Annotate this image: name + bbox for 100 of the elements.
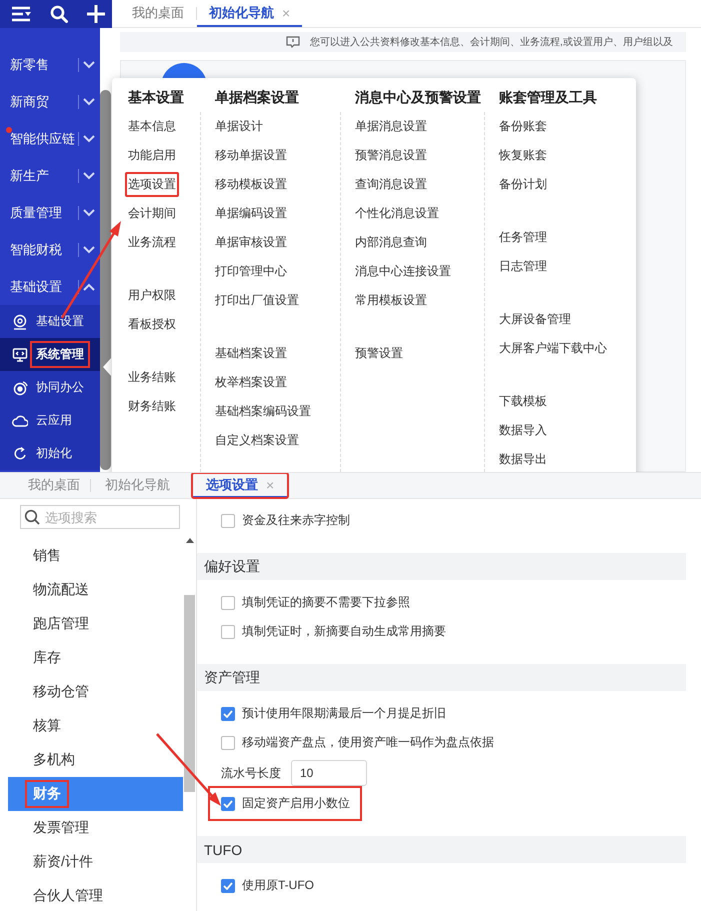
menu-item[interactable]: 基础档案编码设置 xyxy=(215,397,311,426)
menu-item[interactable]: 数据导出 xyxy=(499,445,547,472)
tab[interactable]: 初始化导航 × xyxy=(197,0,302,27)
menu-item[interactable]: 枚举档案设置 xyxy=(215,368,287,397)
menu-item[interactable]: 常用模板设置 xyxy=(355,286,427,315)
menu-item[interactable]: 打印出厂值设置 xyxy=(215,286,299,315)
checkbox[interactable] xyxy=(221,706,235,720)
sidebar-subitem[interactable]: 初始化 xyxy=(0,437,100,470)
sidebar-item[interactable]: 智能供应链 xyxy=(0,120,100,157)
monitor-icon xyxy=(12,346,28,362)
cloud-icon xyxy=(12,412,28,428)
broadcast-icon xyxy=(12,380,28,396)
checkbox[interactable] xyxy=(221,624,235,638)
category-item[interactable]: 多机构 xyxy=(8,743,183,777)
sidebar-item[interactable]: 质量管理 xyxy=(0,194,100,231)
chevron-down-icon[interactable] xyxy=(83,172,95,180)
chevron-down-icon[interactable] xyxy=(83,98,95,106)
menu-heading: 基本设置 xyxy=(128,88,185,107)
menu-item[interactable]: 恢复账套 xyxy=(499,141,547,170)
menu-item[interactable]: 消息中心连接设置 xyxy=(355,257,451,286)
menu-item[interactable]: 单据审核设置 xyxy=(215,228,287,257)
menu-item[interactable]: 选项设置 xyxy=(125,172,179,197)
chevron-down-icon[interactable] xyxy=(83,246,95,254)
menu-item[interactable]: 单据设计 xyxy=(215,112,263,141)
chevron-down-icon[interactable] xyxy=(83,208,95,216)
chevron-down-icon[interactable] xyxy=(83,134,95,142)
category-item[interactable]: 财务 xyxy=(8,777,183,811)
checkbox[interactable] xyxy=(221,514,235,528)
menu-item[interactable]: 单据编码设置 xyxy=(215,199,287,228)
checkbox[interactable] xyxy=(221,736,235,750)
menu-heading: 账套管理及工具 xyxy=(498,88,598,107)
menu-item[interactable]: 自定义档案设置 xyxy=(215,426,299,455)
plus-icon[interactable] xyxy=(86,4,106,24)
menu-item[interactable]: 备份账套 xyxy=(499,112,547,141)
section-header: TUFO xyxy=(197,836,686,863)
field-label: 流水号长度 xyxy=(221,764,281,782)
sidebar-subitem[interactable]: 系统管理 xyxy=(0,338,100,371)
menu-item[interactable]: 移动模板设置 xyxy=(215,170,287,199)
input-field[interactable]: 10 xyxy=(291,760,367,786)
menu-item[interactable]: 数据导入 xyxy=(499,416,547,445)
category-item[interactable]: 销售 xyxy=(8,539,183,573)
menu-item[interactable]: 备份计划 xyxy=(499,170,547,199)
menu-item[interactable]: 预警消息设置 xyxy=(355,141,427,170)
category-item[interactable]: 发票管理 xyxy=(8,811,183,845)
menu-item[interactable]: 会计期间 xyxy=(128,199,176,228)
scroll-up-icon[interactable] xyxy=(186,537,194,543)
tab[interactable]: 我的桌面 xyxy=(120,0,196,27)
menu-item[interactable]: 财务结账 xyxy=(128,392,176,421)
menu-icon[interactable] xyxy=(10,5,32,23)
menu-item[interactable]: 下载模板 xyxy=(499,387,547,416)
menu-item[interactable]: 大屏设备管理 xyxy=(499,305,571,334)
menu-item[interactable]: 基础档案设置 xyxy=(215,339,287,368)
search-icon[interactable] xyxy=(50,5,68,23)
category-item[interactable]: 薪资/计件 xyxy=(8,845,183,879)
menu-item[interactable]: 查询消息设置 xyxy=(355,170,427,199)
sidebar-subitem[interactable]: 基础设置 xyxy=(0,305,100,338)
menu-item[interactable]: 业务结账 xyxy=(128,363,176,392)
sidebar-item[interactable]: 基础设置 xyxy=(0,268,100,305)
menu-item[interactable]: 看板授权 xyxy=(128,310,176,339)
search-field[interactable]: 选项搜索 xyxy=(20,505,180,529)
category-item[interactable]: 物流配送 xyxy=(8,573,183,607)
menu-item[interactable]: 个性化消息设置 xyxy=(355,199,439,228)
menu-item[interactable]: 任务管理 xyxy=(499,223,547,252)
sidebar-item[interactable]: 新生产 xyxy=(0,157,100,194)
sidebar-subitem[interactable]: 协同办公 xyxy=(0,371,100,404)
refresh-icon xyxy=(12,446,28,462)
menu-item[interactable]: 业务流程 xyxy=(128,228,176,257)
menu-item[interactable]: 功能启用 xyxy=(128,141,176,170)
menu-item[interactable]: 用户权限 xyxy=(128,281,176,310)
menu-item[interactable]: 日志管理 xyxy=(499,252,547,281)
message-icon xyxy=(286,36,300,48)
category-item[interactable]: 库存 xyxy=(8,641,183,675)
checkbox-label: 固定资产启用小数位 xyxy=(242,795,350,812)
section-header: 偏好设置 xyxy=(197,553,686,580)
notice-text: 您可以进入公共资料修改基本信息、会计期间、业务流程,或设置用户、用户组以及 xyxy=(310,36,673,49)
category-item[interactable]: 核算 xyxy=(8,709,183,743)
menu-item[interactable]: 大屏客户端下载中心 xyxy=(499,334,607,363)
menu-item[interactable]: 内部消息查询 xyxy=(355,228,427,257)
category-item[interactable]: 合伙人管理 xyxy=(8,879,183,911)
scrollbar-thumb[interactable] xyxy=(100,90,111,470)
checkbox[interactable] xyxy=(221,878,235,892)
menu-item[interactable]: 移动单据设置 xyxy=(215,141,287,170)
scrollbar-thumb[interactable] xyxy=(184,595,195,792)
menu-item[interactable]: 预警设置 xyxy=(355,339,403,368)
chevron-down-icon[interactable] xyxy=(83,60,95,68)
chevron-up-icon[interactable] xyxy=(83,282,95,290)
menu-item[interactable]: 打印管理中心 xyxy=(215,257,287,286)
category-item[interactable]: 移动仓管 xyxy=(8,675,183,709)
category-item[interactable]: 跑店管理 xyxy=(8,607,183,641)
sidebar-item[interactable]: 智能财税 xyxy=(0,231,100,268)
sidebar-item[interactable]: 新零售 xyxy=(0,46,100,83)
checkbox[interactable] xyxy=(221,596,235,610)
checkbox-label: 使用原T-UFO xyxy=(242,877,314,894)
checkbox[interactable] xyxy=(221,796,235,810)
sidebar-subitem[interactable]: 云应用 xyxy=(0,404,100,437)
sidebar-item[interactable]: 新商贸 xyxy=(0,83,100,120)
menu-item[interactable]: 单据消息设置 xyxy=(355,112,427,141)
menu-item[interactable]: 基本信息 xyxy=(128,112,176,141)
checkbox-label: 移动端资产盘点，使用资产唯一码作为盘点依据 xyxy=(242,734,494,751)
tab[interactable]: 选项设置 × xyxy=(192,473,288,498)
